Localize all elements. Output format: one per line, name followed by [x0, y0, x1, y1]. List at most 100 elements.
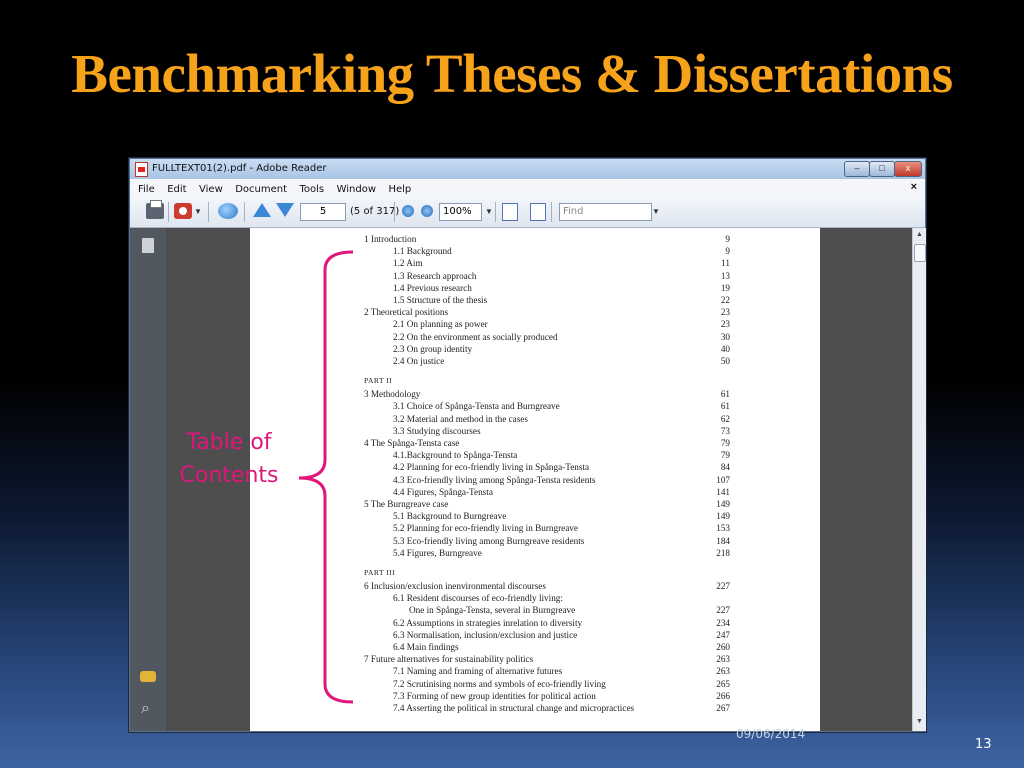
toc-entry-title: 4.3 Eco-friendly living among Spånga-Ten… — [393, 474, 596, 485]
toc-entry-title: 3.3 Studying discourses — [393, 425, 481, 436]
toc-entry-title: 6 Inclusion/exclusion inenvironmental di… — [364, 581, 546, 591]
toc-entry-title: 1.3 Research approach — [393, 270, 477, 281]
toc-entry-title: One in Spånga-Tensta, several in Burngre… — [409, 605, 576, 616]
toc-part-label: PART II — [364, 376, 393, 386]
comments-icon[interactable] — [140, 671, 156, 682]
toc-entry-page: 40 — [720, 343, 730, 354]
toc-entry-title: 5.2 Planning for eco-friendly living in … — [393, 523, 578, 534]
toc-entry-page: 30 — [720, 331, 730, 342]
minimize-button[interactable]: – — [844, 161, 870, 177]
scroll-down-icon[interactable]: ▼ — [916, 718, 923, 725]
toolbar-separator — [394, 202, 395, 222]
toc-entry-title: 7 Future alternatives for sustainability… — [364, 654, 534, 665]
toolbar-separator — [208, 202, 209, 222]
toc-entry-page: 23 — [720, 307, 730, 318]
menu-help[interactable]: Help — [388, 184, 411, 195]
toc-entry-page: 84 — [720, 462, 730, 473]
find-input[interactable]: Find — [559, 203, 652, 221]
pages-icon[interactable] — [142, 238, 154, 253]
toolbar-separator — [168, 202, 169, 222]
window-title: FULLTEXT01(2).pdf - Adobe Reader — [152, 163, 327, 174]
toc-entry-page: 22 — [720, 295, 730, 305]
toc-entry-title: 7.3 Forming of new group identities for … — [393, 690, 596, 701]
toc-entry-title: 6.1 Resident discourses of eco-friendly … — [393, 593, 563, 604]
menu-tools[interactable]: Tools — [299, 184, 324, 195]
attachments-icon[interactable]: ⌕ — [141, 700, 150, 718]
menu-view[interactable]: View — [199, 184, 223, 195]
toolbar-separator — [551, 202, 552, 222]
toc-entry-page: 23 — [720, 319, 730, 330]
annotation-label-line2: Contents — [179, 463, 279, 488]
menu-window[interactable]: Window — [337, 184, 376, 195]
toc-entry-page: 263 — [716, 654, 730, 665]
toc-entry-title: 1.5 Structure of the thesis — [393, 295, 488, 305]
toc-entry-title: 5 The Burngreave case — [364, 499, 449, 509]
toc-entry-page: 62 — [720, 413, 730, 424]
slide-title: Benchmarking Theses & Dissertations — [71, 43, 953, 104]
toc-entry-title: 7.1 Naming and framing of alternative fu… — [393, 666, 563, 677]
zoom-in-icon[interactable] — [421, 205, 433, 217]
toc-entry-page: 11 — [721, 258, 730, 269]
window-titlebar[interactable]: FULLTEXT01(2).pdf - Adobe Reader – □ x — [130, 159, 925, 179]
toc-entry-page: 19 — [720, 282, 730, 293]
maximize-button[interactable]: □ — [869, 161, 895, 177]
toc-entry-title: 2.2 On the environment as socially produ… — [393, 331, 558, 342]
toc-entry-page: 227 — [716, 581, 730, 591]
toc-entry-page: 218 — [716, 547, 730, 558]
toc-entry-page: 50 — [720, 356, 730, 366]
share-icon[interactable] — [174, 203, 192, 219]
toc-entry-title: 6.4 Main findings — [393, 642, 459, 652]
next-page-icon[interactable] — [276, 203, 294, 219]
toolbar-separator — [495, 202, 496, 222]
toc-entry-page: 184 — [716, 535, 730, 546]
toc-part-label: PART III — [364, 568, 396, 577]
print-icon[interactable] — [146, 200, 164, 219]
toc-entry-title: 2.4 On justice — [393, 356, 445, 366]
toc-entry-page: 73 — [720, 425, 730, 436]
toc-entry-title: 3 Methodology — [364, 389, 421, 400]
toc-entry-title: 1.4 Previous research — [393, 282, 472, 293]
chevron-down-icon[interactable]: ▼ — [485, 207, 493, 216]
comment-icon[interactable] — [218, 203, 238, 219]
menu-file[interactable]: File — [138, 184, 155, 195]
chevron-down-icon[interactable]: ▼ — [194, 207, 202, 216]
toolbar-separator — [244, 202, 245, 222]
full-screen-icon[interactable] — [530, 203, 546, 221]
fit-page-icon[interactable] — [502, 203, 518, 221]
close-button[interactable]: x — [894, 161, 922, 177]
scroll-up-icon[interactable]: ▲ — [916, 231, 923, 238]
pdf-file-icon — [135, 162, 148, 177]
toc-entry-page: 79 — [720, 450, 730, 461]
toc-entry-page: 149 — [716, 511, 730, 522]
menu-document[interactable]: Document — [235, 184, 287, 195]
toc-entry-page: 13 — [720, 270, 730, 281]
vertical-scrollbar[interactable]: ▲ ▼ — [912, 228, 926, 731]
zoom-select[interactable]: 100% — [439, 203, 482, 221]
toc-row[interactable]: 1 Introduction 9 — [250, 234, 820, 246]
toc-entry-page: 263 — [716, 666, 730, 677]
toc-entry-title: 4.2 Planning for eco-friendly living in … — [393, 462, 590, 473]
toolbar: ▼ 5 (5 of 317) 100% ▼ Find ▼ — [130, 197, 925, 228]
toc-entry-title: 6.2 Assumptions in strategies inrelation… — [393, 617, 583, 628]
toc-entry-title: 4.1.Background to Spånga-Tensta — [393, 450, 518, 461]
close-document-button[interactable]: × — [911, 181, 917, 193]
page-count: (5 of 317) — [350, 206, 400, 217]
menu-bar: File Edit View Document Tools Window Hel… — [130, 179, 925, 198]
toc-entry-page: 247 — [716, 629, 730, 640]
toc-entry-page: 61 — [720, 389, 730, 400]
scroll-thumb[interactable] — [914, 244, 926, 262]
prev-page-icon[interactable] — [253, 203, 271, 219]
zoom-out-icon[interactable] — [402, 205, 414, 217]
navigation-pane: ⌕ — [130, 228, 166, 731]
toc-entry-title: 7.2 Scrutinising norms and symbols of ec… — [393, 678, 606, 689]
page-number-input[interactable]: 5 — [300, 203, 346, 221]
toc-entry-title: 2.3 On group identity — [393, 343, 473, 354]
toc-entry-page: 266 — [716, 690, 730, 701]
menu-edit[interactable]: Edit — [167, 184, 186, 195]
toc-entry-page: 234 — [716, 617, 730, 628]
toc-entry-title: 2 Theoretical positions — [364, 307, 449, 318]
toc-entry-title: 5.3 Eco-friendly living among Burngreave… — [393, 535, 585, 546]
toc-entry-page: 141 — [716, 486, 730, 497]
chevron-down-icon[interactable]: ▼ — [652, 207, 660, 216]
toc-entry-page: 9 — [725, 246, 730, 257]
